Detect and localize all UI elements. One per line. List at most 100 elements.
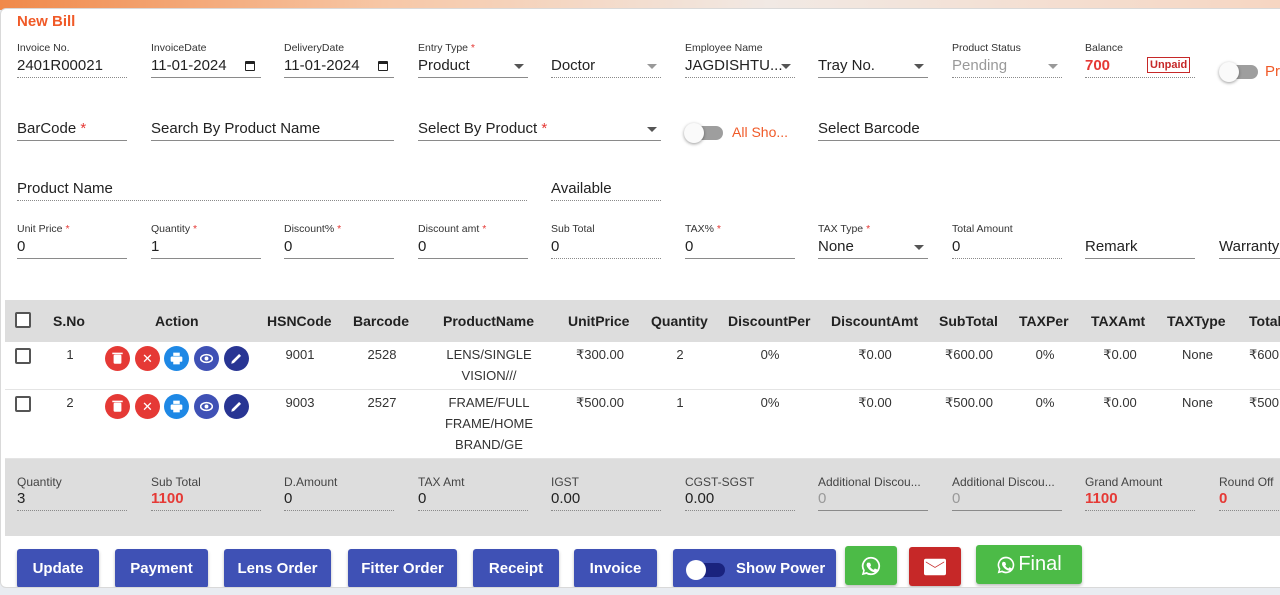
update-button[interactable]: Update <box>17 549 99 587</box>
select-by-product-select[interactable]: Select By Product * <box>418 119 661 141</box>
entry-type-value-box[interactable]: Product <box>418 56 528 78</box>
search-product-name-input[interactable]: Search By Product Name <box>151 119 394 141</box>
unit-price-value[interactable]: 0 <box>17 237 127 259</box>
required-marker: * <box>866 223 871 235</box>
balance-value: 700 <box>1085 57 1111 74</box>
quantity-field[interactable]: Quantity * 1 <box>151 223 261 259</box>
discount-amt-field[interactable]: Discount amt * 0 <box>418 223 528 259</box>
invoice-button[interactable]: Invoice <box>574 549 657 587</box>
discount-amt-value[interactable]: 0 <box>418 237 528 259</box>
tray-no-select[interactable]: Tray No. <box>818 42 928 78</box>
col-quantity: Quantity <box>651 313 708 329</box>
envelope-icon <box>924 558 946 576</box>
chevron-down-icon[interactable] <box>514 64 524 69</box>
additional-discount-2-value[interactable]: 0 <box>952 489 1062 511</box>
employee-name-value-box[interactable]: JAGDISHTU... <box>685 56 795 78</box>
doctor-value-box[interactable]: Doctor <box>551 56 661 78</box>
additional-discount-1-input[interactable]: Additional Discou... 0 <box>818 475 928 511</box>
employee-name-select[interactable]: Employee Name JAGDISHTU... <box>685 42 795 78</box>
product-line: VISION/// <box>461 368 517 383</box>
select-barcode-box[interactable]: Select Barcode <box>818 119 1280 141</box>
additional-discount-2-input[interactable]: Additional Discou... 0 <box>952 475 1062 511</box>
additional-discount-1-value[interactable]: 0 <box>818 489 928 511</box>
doctor-label <box>551 42 661 56</box>
discount-percent-field[interactable]: Discount% * 0 <box>284 223 394 259</box>
invoice-date-field[interactable]: InvoiceDate 11-01-2024 <box>151 42 261 78</box>
row-checkbox[interactable] <box>15 348 31 364</box>
remark-input[interactable]: Remark <box>1085 237 1195 259</box>
invoice-no-field[interactable]: Invoice No. 2401R00021 <box>17 42 127 78</box>
chevron-down-icon[interactable] <box>914 245 924 250</box>
edit-icon[interactable] <box>224 394 249 419</box>
view-icon[interactable] <box>194 346 219 371</box>
show-power-button[interactable]: Show Power <box>673 549 836 587</box>
cancel-icon[interactable]: ✕ <box>135 394 160 419</box>
chevron-down-icon[interactable] <box>781 64 791 69</box>
tray-no-value-box[interactable]: Tray No. <box>818 56 928 78</box>
view-icon[interactable] <box>194 394 219 419</box>
delivery-date-input[interactable]: 11-01-2024 <box>284 56 394 78</box>
show-power-label: Show Power <box>736 560 826 577</box>
select-all-checkbox[interactable] <box>15 312 31 328</box>
fitter-order-button[interactable]: Fitter Order <box>348 549 457 587</box>
delete-icon[interactable] <box>105 346 130 371</box>
cancel-icon[interactable]: ✕ <box>135 346 160 371</box>
unit-price-field[interactable]: Unit Price * 0 <box>17 223 127 259</box>
edit-icon[interactable] <box>224 346 249 371</box>
product-status-select[interactable]: Product Status Pending <box>952 42 1062 78</box>
grand-amount: Grand Amount 1100 <box>1085 475 1195 511</box>
chevron-down-icon[interactable] <box>1048 64 1058 69</box>
final-button[interactable]: Final <box>976 545 1082 584</box>
required-marker: * <box>716 223 721 235</box>
show-power-toggle[interactable] <box>686 560 725 580</box>
delivery-date-field[interactable]: DeliveryDate 11-01-2024 <box>284 42 394 78</box>
receipt-button[interactable]: Receipt <box>473 549 559 587</box>
row-checkbox[interactable] <box>15 396 31 412</box>
tax-percent-value[interactable]: 0 <box>685 237 795 259</box>
print-icon[interactable] <box>164 394 189 419</box>
discount-percent-value[interactable]: 0 <box>284 237 394 259</box>
product-name-input[interactable]: Product Name <box>17 179 527 201</box>
lens-order-button[interactable]: Lens Order <box>224 549 331 587</box>
quantity-value[interactable]: 1 <box>151 237 261 259</box>
all-show-toggle[interactable] <box>684 123 723 143</box>
entry-type-label: Entry Type * <box>418 42 528 56</box>
warranty-input[interactable]: Warranty <box>1219 237 1280 259</box>
tax-type-value-box[interactable]: None <box>818 237 928 259</box>
email-button[interactable] <box>909 547 961 586</box>
doctor-select[interactable]: Doctor <box>551 42 661 78</box>
payment-button[interactable]: Payment <box>115 549 208 587</box>
barcode-input[interactable]: BarCode * <box>17 119 127 141</box>
calendar-icon[interactable] <box>245 61 255 71</box>
entry-type-select[interactable]: Entry Type * Product <box>418 42 528 78</box>
total-subtotal-value: 1100 <box>151 489 261 511</box>
additional-discount-2-label: Additional Discou... <box>952 475 1055 489</box>
print-icon[interactable] <box>164 346 189 371</box>
sub-total-field: Sub Total 0 <box>551 223 661 259</box>
top-toggle[interactable] <box>1219 62 1258 82</box>
delete-icon[interactable] <box>105 394 130 419</box>
table-header: S.No Action HSNCode Barcode ProductName … <box>5 300 1280 342</box>
table-row: 2 ✕ 9003 2527 FRAME/FULL FRAME/HOME BRAN… <box>5 390 1280 459</box>
select-barcode-input[interactable]: Select Barcode <box>818 119 1280 141</box>
select-by-product-box[interactable]: Select By Product * <box>418 119 661 141</box>
product-status-value: Pending <box>952 57 1008 74</box>
chevron-down-icon[interactable] <box>914 64 924 69</box>
total-igst-value: 0.00 <box>551 489 661 511</box>
remark-box[interactable]: Remark <box>1085 237 1195 259</box>
tax-type-select[interactable]: TAX Type * None <box>818 223 928 259</box>
row-hsn: 9003 <box>285 395 315 410</box>
col-unitprice: UnitPrice <box>568 313 630 329</box>
search-product-name-box[interactable]: Search By Product Name <box>151 119 394 141</box>
product-status-value-box[interactable]: Pending <box>952 56 1062 78</box>
calendar-icon[interactable] <box>378 61 388 71</box>
product-name-box[interactable]: Product Name <box>17 179 527 201</box>
invoice-date-input[interactable]: 11-01-2024 <box>151 56 261 78</box>
warranty-box[interactable]: Warranty <box>1219 237 1280 259</box>
tax-percent-field[interactable]: TAX% * 0 <box>685 223 795 259</box>
chevron-down-icon[interactable] <box>647 64 657 69</box>
chevron-down-icon[interactable] <box>647 127 657 132</box>
whatsapp-button[interactable] <box>845 546 897 585</box>
barcode-input-box[interactable]: BarCode * <box>17 119 127 141</box>
required-marker: * <box>80 120 87 137</box>
